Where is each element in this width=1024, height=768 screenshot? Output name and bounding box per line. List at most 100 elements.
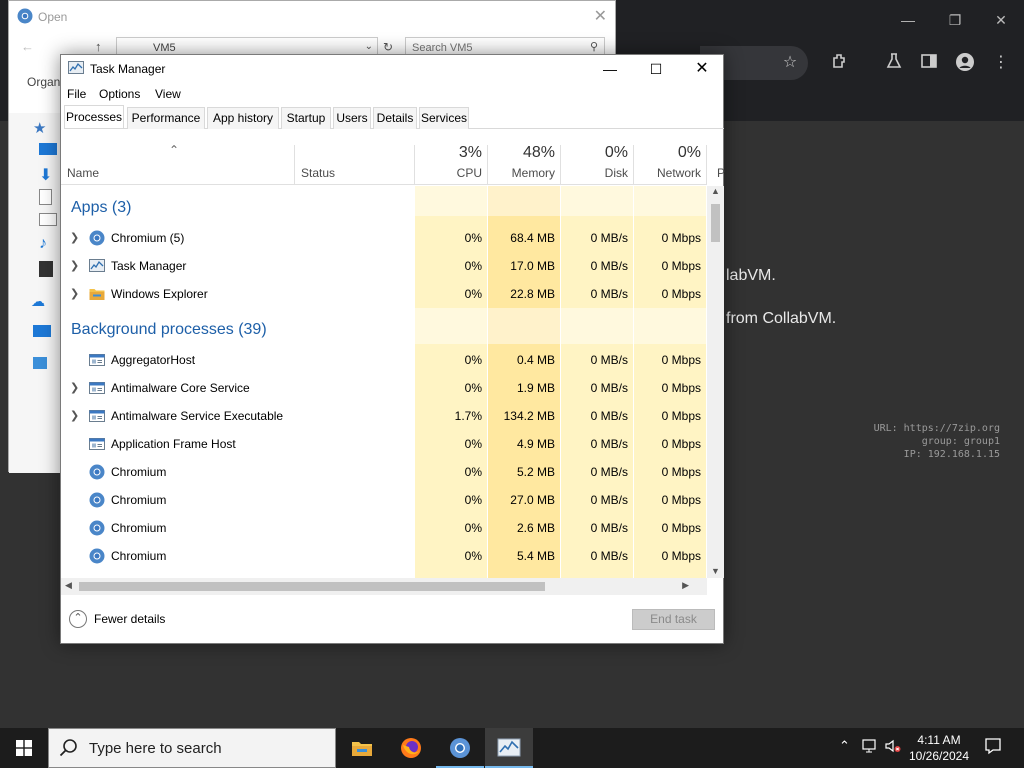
tab-users[interactable]: Users xyxy=(333,107,371,129)
process-row[interactable]: Chromium 0% 2.6 MB 0 MB/s 0 Mbps xyxy=(61,514,707,542)
process-cpu: 0% xyxy=(464,381,482,395)
taskbar-firefox[interactable] xyxy=(387,728,435,768)
bookmark-star-icon[interactable]: ☆ xyxy=(779,52,801,74)
process-disk: 0 MB/s xyxy=(590,409,628,423)
process-cpu: 0% xyxy=(464,493,482,507)
browser-menu-icon[interactable]: ⋮ xyxy=(990,52,1012,74)
column-memory[interactable]: Memory xyxy=(489,166,555,180)
downloads-icon[interactable]: ⬇ xyxy=(39,165,57,184)
column-network[interactable]: Network xyxy=(635,166,701,180)
side-panel-icon[interactable] xyxy=(918,52,940,74)
taskbar-file-explorer[interactable] xyxy=(338,728,386,768)
process-row[interactable]: ❯ Antimalware Core Service 0% 1.9 MB 0 MB/s 0… xyxy=(61,374,707,402)
profile-avatar-icon[interactable] xyxy=(954,52,976,74)
column-power-cut[interactable]: P xyxy=(717,166,725,180)
close-button[interactable]: ✕ xyxy=(679,55,725,83)
process-row[interactable]: Chromium 0% 27.0 MB 0 MB/s 0 Mbps xyxy=(61,486,707,514)
task-manager-titlebar[interactable]: Task Manager — ☐ ✕ xyxy=(61,55,723,83)
group-header-background[interactable]: Background processes (39) xyxy=(71,321,267,339)
desktop-icon[interactable] xyxy=(39,143,57,155)
back-arrow-icon[interactable]: ← xyxy=(21,39,34,54)
taskbar-chromium[interactable] xyxy=(436,728,484,768)
up-arrow-icon[interactable]: ↑ xyxy=(95,39,102,54)
taskbar-task-manager[interactable] xyxy=(485,728,533,768)
expand-chevron-icon[interactable]: ❯ xyxy=(70,259,79,272)
maximize-button[interactable]: ☐ xyxy=(633,55,679,83)
extensions-icon[interactable] xyxy=(829,52,851,74)
system-clock[interactable]: 4:11 AM 10/26/2024 xyxy=(904,732,974,764)
notifications-icon[interactable] xyxy=(984,737,1002,758)
process-row[interactable]: ❯ Windows Explorer 0% 22.8 MB 0 MB/s 0 Mbps xyxy=(61,280,707,308)
this-pc-icon[interactable] xyxy=(33,325,51,337)
column-cpu[interactable]: CPU xyxy=(416,166,482,180)
task-manager-window: Task Manager — ☐ ✕ File Options View Pro… xyxy=(60,54,725,644)
column-divider xyxy=(706,145,707,185)
group-header-apps[interactable]: Apps (3) xyxy=(71,199,131,217)
vertical-scrollbar[interactable]: ▲ ▼ xyxy=(707,186,724,578)
expand-chevron-icon[interactable]: ❯ xyxy=(70,381,79,394)
show-hidden-icons-chevron-icon[interactable]: ⌃ xyxy=(839,738,850,754)
tab-services[interactable]: Services xyxy=(419,107,469,129)
process-row[interactable]: ❯ Task Manager 0% 17.0 MB 0 MB/s 0 Mbps xyxy=(61,252,707,280)
quick-access-star-icon[interactable]: ★ xyxy=(33,119,51,137)
expand-chevron-icon[interactable]: ❯ xyxy=(70,231,79,244)
network-icon[interactable] xyxy=(33,357,47,369)
chevron-up-circle-icon[interactable]: ⌃ xyxy=(69,610,87,628)
process-list: Apps (3) ❯ Chromium (5) 0% 68.4 MB 0 MB/s 0 M… xyxy=(61,186,707,578)
search-placeholder: Search VM5 xyxy=(412,42,473,54)
folder-icon xyxy=(89,286,105,302)
expand-chevron-icon[interactable]: ❯ xyxy=(70,287,79,300)
windows-logo-icon xyxy=(16,740,32,756)
process-row[interactable]: ❯ Antimalware Service Executable 1.7% 134.2… xyxy=(61,402,707,430)
tab-processes[interactable]: Processes xyxy=(64,105,124,128)
browser-close-button[interactable]: ✕ xyxy=(989,8,1013,32)
labs-flask-icon[interactable] xyxy=(883,52,905,74)
process-row[interactable]: Chromium 0% 5.2 MB 0 MB/s 0 Mbps xyxy=(61,458,707,486)
taskbar-search-box[interactable]: Type here to search xyxy=(48,728,336,768)
minimize-button[interactable]: — xyxy=(587,55,633,83)
column-status[interactable]: Status xyxy=(301,166,335,180)
page-text-line: from CollabVM. xyxy=(726,310,837,327)
menu-view[interactable]: View xyxy=(155,87,181,101)
chevron-down-icon[interactable]: ⌄ xyxy=(365,41,373,52)
expand-chevron-icon[interactable]: ❯ xyxy=(70,409,79,422)
horizontal-scroll-thumb[interactable] xyxy=(79,582,545,591)
process-name: Chromium xyxy=(111,521,167,535)
end-task-button[interactable]: End task xyxy=(632,609,715,630)
column-name[interactable]: Name xyxy=(67,166,99,180)
process-name: Windows Explorer xyxy=(111,287,208,301)
process-cpu: 0% xyxy=(464,259,482,273)
vertical-scroll-thumb[interactable] xyxy=(711,204,720,242)
network-status-icon[interactable] xyxy=(862,738,878,757)
process-row[interactable]: AggregatorHost 0% 0.4 MB 0 MB/s 0 Mbps xyxy=(61,346,707,374)
tab-details[interactable]: Details xyxy=(373,107,417,129)
open-dialog-close-button[interactable]: ✕ xyxy=(594,6,607,26)
pictures-icon[interactable] xyxy=(39,213,57,226)
music-icon[interactable]: ♪ xyxy=(39,235,57,252)
onedrive-cloud-icon[interactable]: ☁ xyxy=(31,293,49,309)
process-row[interactable]: Chromium 0% 5.4 MB 0 MB/s 0 Mbps xyxy=(61,542,707,570)
refresh-icon[interactable]: ↻ xyxy=(383,40,393,54)
tab-startup[interactable]: Startup xyxy=(281,107,331,129)
fewer-details-link[interactable]: Fewer details xyxy=(94,612,165,626)
scroll-right-arrow-icon[interactable]: ▶ xyxy=(682,580,689,591)
start-button[interactable] xyxy=(0,728,48,768)
process-row[interactable]: ❯ Chromium (5) 0% 68.4 MB 0 MB/s 0 Mbps xyxy=(61,224,707,252)
browser-minimize-button[interactable]: — xyxy=(896,8,920,32)
horizontal-scrollbar[interactable]: ◀ ▶ xyxy=(61,578,707,595)
process-row[interactable]: Application Frame Host 0% 4.9 MB 0 MB/s 0 Mb… xyxy=(61,430,707,458)
scroll-up-arrow-icon[interactable]: ▲ xyxy=(711,186,720,196)
organize-button[interactable]: Organ xyxy=(27,75,60,89)
menu-options[interactable]: Options xyxy=(99,87,140,101)
tab-app-history[interactable]: App history xyxy=(207,107,279,129)
browser-restore-button[interactable]: ❐ xyxy=(943,8,967,32)
column-disk[interactable]: Disk xyxy=(562,166,628,180)
volume-muted-icon[interactable] xyxy=(884,738,902,757)
tab-performance[interactable]: Performance xyxy=(127,107,205,129)
task-manager-icon xyxy=(68,61,84,74)
documents-icon[interactable] xyxy=(39,189,52,205)
menu-file[interactable]: File xyxy=(67,87,86,101)
scroll-down-arrow-icon[interactable]: ▼ xyxy=(711,566,720,576)
scroll-left-arrow-icon[interactable]: ◀ xyxy=(65,580,72,591)
videos-icon[interactable] xyxy=(39,261,53,277)
